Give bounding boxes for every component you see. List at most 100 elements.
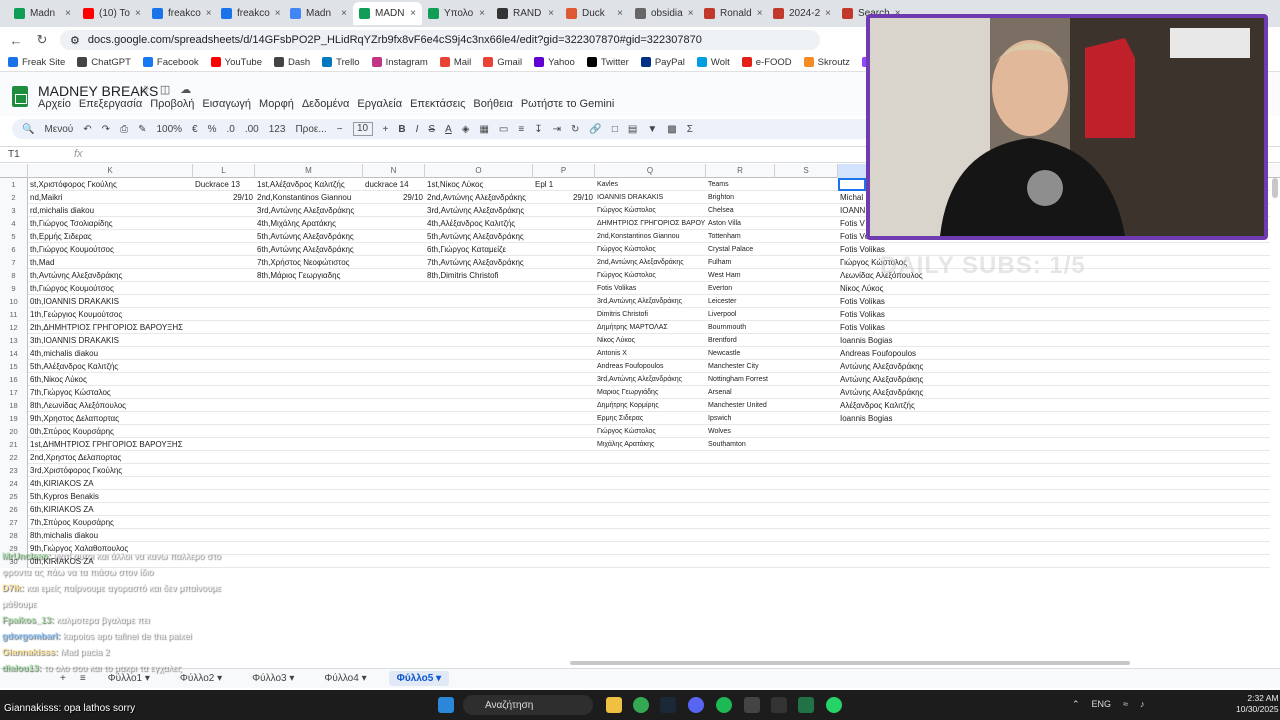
row-number[interactable]: 13	[0, 334, 28, 347]
cell-t[interactable]: Fotis Volikas	[839, 243, 885, 256]
tab-close-icon[interactable]: ×	[410, 8, 416, 19]
cell-n[interactable]: duckrace 14	[364, 178, 409, 191]
browser-tab[interactable]: freakco ×	[215, 2, 284, 25]
cell-o[interactable]: 5th,Αντώνης Αλεξανδράκης	[426, 230, 524, 243]
cell-p[interactable]: Epl 1	[534, 178, 553, 191]
cell-l[interactable]: Duckrace 13	[194, 178, 240, 191]
cell-r[interactable]: Ipswich	[707, 412, 731, 425]
browser-tab[interactable]: Duck ×	[560, 2, 629, 25]
obs-icon[interactable]	[771, 697, 787, 713]
menu-item[interactable]: Αρχείο	[38, 98, 71, 110]
rotate-icon[interactable]: ↻	[571, 124, 579, 135]
row-number[interactable]: 2	[0, 191, 28, 204]
browser-tab[interactable]: MADN ×	[353, 2, 422, 25]
column-header[interactable]: P	[533, 164, 595, 178]
tray-chevron-icon[interactable]: ⌃	[1072, 699, 1080, 710]
cell-k[interactable]: 8th,michalis diakou	[29, 529, 98, 542]
cell-q[interactable]: Δημήτρης Κορμίρης	[596, 399, 659, 412]
row-number[interactable]: 19	[0, 412, 28, 425]
cell-r[interactable]: Fulham	[707, 256, 731, 269]
sheet-tab[interactable]: Φύλλο5 ▾	[388, 671, 450, 686]
cell-q[interactable]: Μιχάλης Αρατάκης	[596, 438, 654, 451]
print-icon[interactable]: ⎙	[120, 124, 128, 135]
font-size-increase[interactable]: +	[383, 124, 389, 135]
cell-k[interactable]: th,Αντώνης Αλεξανδράκης	[29, 269, 122, 282]
menu-item[interactable]: Βοήθεια	[473, 98, 512, 110]
cell-r[interactable]: Wolves	[707, 425, 731, 438]
cell-q[interactable]: Γιώργος Κώστολος	[596, 204, 656, 217]
font-select[interactable]: Προε...	[295, 124, 326, 135]
menu-item[interactable]: Προβολή	[150, 98, 194, 110]
undo-icon[interactable]: ↶	[83, 124, 91, 135]
wrap-icon[interactable]: ⇥	[553, 124, 561, 135]
cell-k[interactable]: nd,Maikri	[29, 191, 62, 204]
row-number[interactable]: 17	[0, 386, 28, 399]
sheet-tab-menu-icon[interactable]: ▾	[433, 673, 441, 684]
cell-m[interactable]: 3rd,Αντώνης Αλεξανδράκης	[256, 204, 354, 217]
row-number[interactable]: 16	[0, 373, 28, 386]
decrease-decimal-button[interactable]: .0	[227, 124, 235, 135]
menu-item[interactable]: Μορφή	[259, 98, 294, 110]
cell-o[interactable]: 7th,Αντώνης Αλεξανδράκης	[426, 256, 524, 269]
strikethrough-icon[interactable]: S	[428, 124, 435, 135]
app-icon[interactable]	[744, 697, 760, 713]
url-field[interactable]: ⚙ docs.google.com/spreadsheets/d/14GFsbP…	[60, 30, 820, 50]
align-icon[interactable]: ≡	[518, 124, 524, 135]
menu-item[interactable]: Εισαγωγή	[202, 98, 251, 110]
cell-k[interactable]: 7th,Σπύρος Κουρσάρης	[29, 516, 114, 529]
cell-n[interactable]: 29/10	[364, 191, 423, 204]
bookmark-item[interactable]: Wolt	[696, 57, 730, 68]
tab-close-icon[interactable]: ×	[135, 8, 141, 19]
cell-m[interactable]: 4th,Μιχάλης Αρατάκης	[256, 217, 336, 230]
cell-m[interactable]: 6th,Αντώνης Αλεξανδράκης	[256, 243, 354, 256]
excel-icon[interactable]	[798, 697, 814, 713]
back-icon[interactable]: ←	[8, 33, 24, 48]
discord-icon[interactable]	[688, 697, 704, 713]
taskbar-search[interactable]: Αναζήτηση	[463, 695, 593, 715]
cell-k[interactable]: 4th,KIRIAKOS ZA	[29, 477, 94, 490]
row-number[interactable]: 28	[0, 529, 28, 542]
cell-t[interactable]: Fotis Volikas	[839, 321, 885, 334]
cell-r[interactable]: Crystal Palace	[707, 243, 753, 256]
folder-icon[interactable]: ◫	[160, 83, 170, 96]
selected-cell[interactable]	[838, 178, 866, 191]
cell-m[interactable]: 8th,Μάριος Γεωργιαδης	[256, 269, 340, 282]
italic-icon[interactable]: I	[416, 124, 419, 135]
tab-close-icon[interactable]: ×	[206, 8, 212, 19]
cell-o[interactable]: 1st,Νίκος Λύκος	[426, 178, 483, 191]
bookmark-item[interactable]: Gmail	[483, 57, 522, 68]
cell-t[interactable]: Ioannis Bogias	[839, 334, 892, 347]
row-number[interactable]: 11	[0, 308, 28, 321]
cell-k[interactable]: 1th,Γεώργιος Κουμούτσος	[29, 308, 122, 321]
tab-close-icon[interactable]: ×	[479, 8, 485, 19]
cell-q[interactable]: 3rd,Αντώνης Αλεξανδράκης	[596, 295, 682, 308]
cell-r[interactable]: Aston Villa	[707, 217, 741, 230]
number-format-button[interactable]: 123	[269, 124, 286, 135]
cell-t[interactable]: Michal	[839, 191, 863, 204]
steam-icon[interactable]	[660, 697, 676, 713]
bookmark-item[interactable]: Facebook	[142, 57, 199, 68]
cell-k[interactable]: 7th,Γιώργος Κώσταλος	[29, 386, 111, 399]
row-number[interactable]: 24	[0, 477, 28, 490]
cell-r[interactable]: Tottenham	[707, 230, 741, 243]
cell-r[interactable]: Teams	[707, 178, 729, 191]
row-number[interactable]: 20	[0, 425, 28, 438]
cell-k[interactable]: th,Γιώργος Κουμούτσος	[29, 282, 114, 295]
row-number[interactable]: 14	[0, 347, 28, 360]
search-menus-icon[interactable]: 🔍	[22, 124, 34, 135]
chart-icon[interactable]: ▤	[628, 124, 637, 135]
cell-k[interactable]: th,Γιώργος Τσολιαρίδης	[29, 217, 113, 230]
cell-o[interactable]: 3rd,Αντώνης Αλεξανδράκης	[426, 204, 524, 217]
browser-tab[interactable]: (10) To ×	[77, 2, 146, 25]
column-header[interactable]: M	[255, 164, 363, 178]
cell-m[interactable]: 1st,Αλέξανδρος Καλιτζής	[256, 178, 345, 191]
tab-close-icon[interactable]: ×	[548, 8, 554, 19]
browser-tab[interactable]: Madn ×	[284, 2, 353, 25]
borders-icon[interactable]: ▦	[479, 124, 488, 135]
cell-k[interactable]: 6th,KIRIAKOS ZA	[29, 503, 94, 516]
row-number[interactable]: 23	[0, 464, 28, 477]
bookmark-item[interactable]: YouTube	[210, 57, 262, 68]
currency-button[interactable]: €	[192, 124, 198, 135]
redo-icon[interactable]: ↷	[102, 124, 110, 135]
cloud-icon[interactable]: ☁	[180, 83, 191, 96]
